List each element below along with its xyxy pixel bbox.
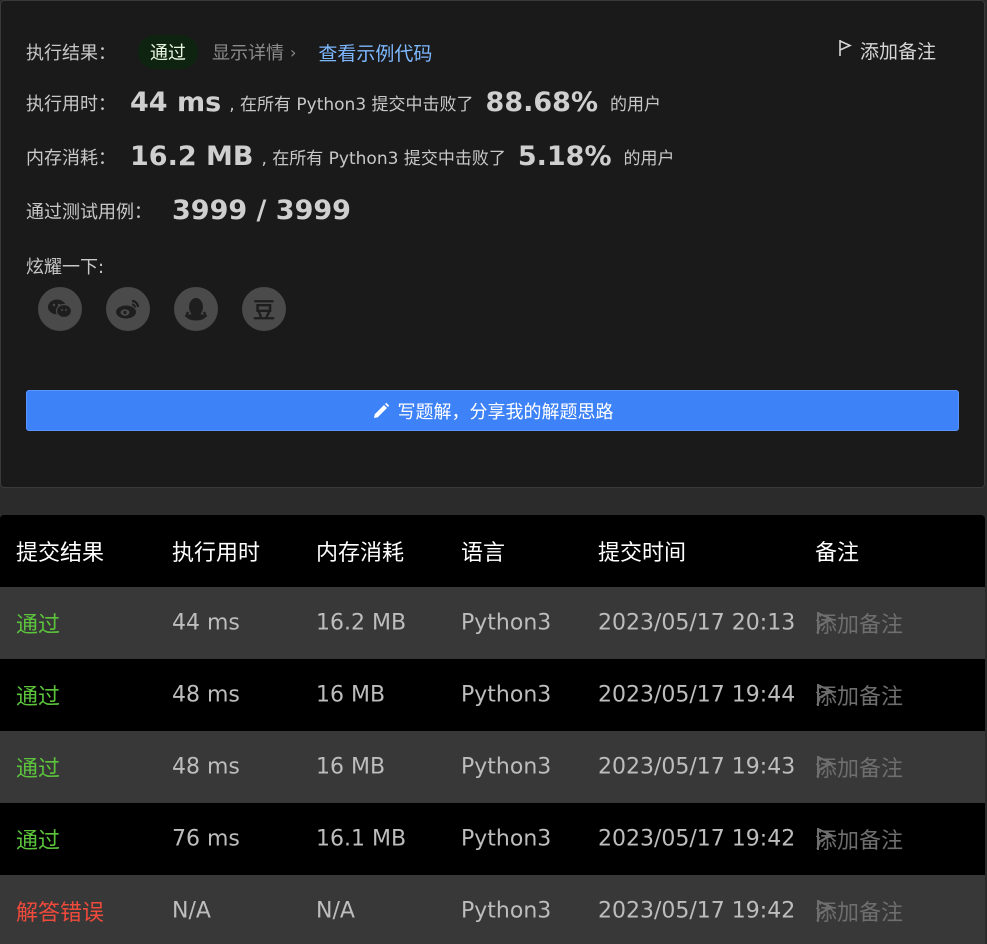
wechat-icon[interactable] [38,287,82,331]
memory-label: 内存消耗： [26,147,116,169]
row-language: Python3 [461,610,552,636]
example-code-link[interactable]: 查看示例代码 [318,39,432,66]
runtime-text: , 在所有 Python3 提交中击败了 [229,95,474,115]
runtime-row: 执行用时： 44 ms , 在所有 Python3 提交中击败了 88.68% … [26,87,661,118]
memory-text: , 在所有 Python3 提交中击败了 [261,149,506,169]
runtime-tail: 的用户 [610,95,662,115]
row-submit-time: 2023/05/17 20:13 [598,610,796,636]
row-runtime: 44 ms [172,610,240,636]
row-note-label: 添加备注 [815,685,904,710]
row-runtime: N/A [172,898,211,924]
row-add-note-button[interactable]: 添加备注 [815,899,903,926]
submissions-table: 提交结果 执行用时 内存消耗 语言 提交时间 备注 通过 44 ms 16.2 … [0,515,985,944]
tests-value: 3999 / 3999 [172,195,351,226]
row-add-note-button[interactable]: 添加备注 [815,827,903,854]
row-submit-time: 2023/05/17 19:42 [598,826,796,852]
flag-icon [838,39,852,62]
chevron-right-icon[interactable]: › [290,43,296,62]
row-memory: 16.1 MB [316,826,407,852]
share-row-label: 炫耀一下: [26,253,104,279]
runtime-label: 执行用时： [26,93,116,115]
row-status[interactable]: 通过 [16,751,60,783]
row-status[interactable]: 通过 [16,607,60,639]
row-submit-time: 2023/05/17 19:42 [598,898,796,924]
share-buttons: 豆 [38,287,286,331]
row-note-label: 添加备注 [815,613,904,638]
add-note-button[interactable]: 添加备注 [838,37,936,64]
weibo-icon[interactable] [106,287,150,331]
row-runtime: 48 ms [172,682,240,708]
row-runtime: 48 ms [172,754,240,780]
write-solution-label: 写题解，分享我的解题思路 [397,401,614,423]
tests-label: 通过测试用例： [26,201,152,223]
memory-percent: 5.18% [517,141,612,172]
result-panel: 执行结果： 通过 显示详情 › 查看示例代码 添加备注 执行用时： 44 ms … [0,0,985,488]
row-language: Python3 [461,826,552,852]
write-solution-button[interactable]: 写题解，分享我的解题思路 [26,390,959,431]
row-status[interactable]: 通过 [16,679,60,711]
header-status: 提交结果 [16,541,105,566]
header-runtime: 执行用时 [172,541,261,566]
memory-row: 内存消耗： 16.2 MB , 在所有 Python3 提交中击败了 5.18%… [26,141,675,172]
qq-icon[interactable] [174,287,218,331]
table-row[interactable]: 通过 44 ms 16.2 MB Python3 2023/05/17 20:1… [0,587,985,659]
row-memory: 16 MB [316,754,386,780]
row-submit-time: 2023/05/17 19:43 [598,754,796,780]
row-memory: 16.2 MB [316,610,407,636]
row-memory: N/A [316,898,355,924]
table-row[interactable]: 通过 48 ms 16 MB Python3 2023/05/17 19:44 … [0,659,985,731]
table-row[interactable]: 解答错误 N/A N/A Python3 2023/05/17 19:42 添加… [0,875,985,944]
row-memory: 16 MB [316,682,386,708]
result-row: 执行结果： 通过 显示详情 › 查看示例代码 [26,35,432,69]
memory-value: 16.2 MB [130,141,254,172]
show-details-link[interactable]: 显示详情 [212,39,284,65]
table-row[interactable]: 通过 48 ms 16 MB Python3 2023/05/17 19:43 … [0,731,985,803]
memory-tail: 的用户 [623,149,675,169]
row-language: Python3 [461,898,552,924]
row-status[interactable]: 解答错误 [16,895,104,927]
row-language: Python3 [461,754,552,780]
row-submit-time: 2023/05/17 19:44 [598,682,796,708]
douban-icon[interactable]: 豆 [242,287,286,331]
header-note: 备注 [815,541,860,566]
row-status[interactable]: 通过 [16,823,60,855]
status-badge: 通过 [138,35,198,69]
result-label: 执行结果： [26,43,116,64]
row-note-label: 添加备注 [815,901,904,926]
row-note-label: 添加备注 [815,829,904,854]
add-note-label: 添加备注 [859,41,936,63]
table-header: 提交结果 执行用时 内存消耗 语言 提交时间 备注 [0,515,985,587]
pencil-icon [372,402,390,420]
runtime-value: 44 ms [130,87,222,118]
row-runtime: 76 ms [172,826,240,852]
header-memory: 内存消耗 [316,541,405,566]
tests-row: 通过测试用例： 3999 / 3999 [26,195,351,226]
row-add-note-button[interactable]: 添加备注 [815,755,903,782]
runtime-percent: 88.68% [485,87,599,118]
row-note-label: 添加备注 [815,757,904,782]
header-submit-time: 提交时间 [598,541,687,566]
share-label: 炫耀一下: [26,257,105,278]
row-add-note-button[interactable]: 添加备注 [815,683,903,710]
header-language: 语言 [461,541,506,566]
row-add-note-button[interactable]: 添加备注 [815,611,903,638]
row-language: Python3 [461,682,552,708]
table-row[interactable]: 通过 76 ms 16.1 MB Python3 2023/05/17 19:4… [0,803,985,875]
